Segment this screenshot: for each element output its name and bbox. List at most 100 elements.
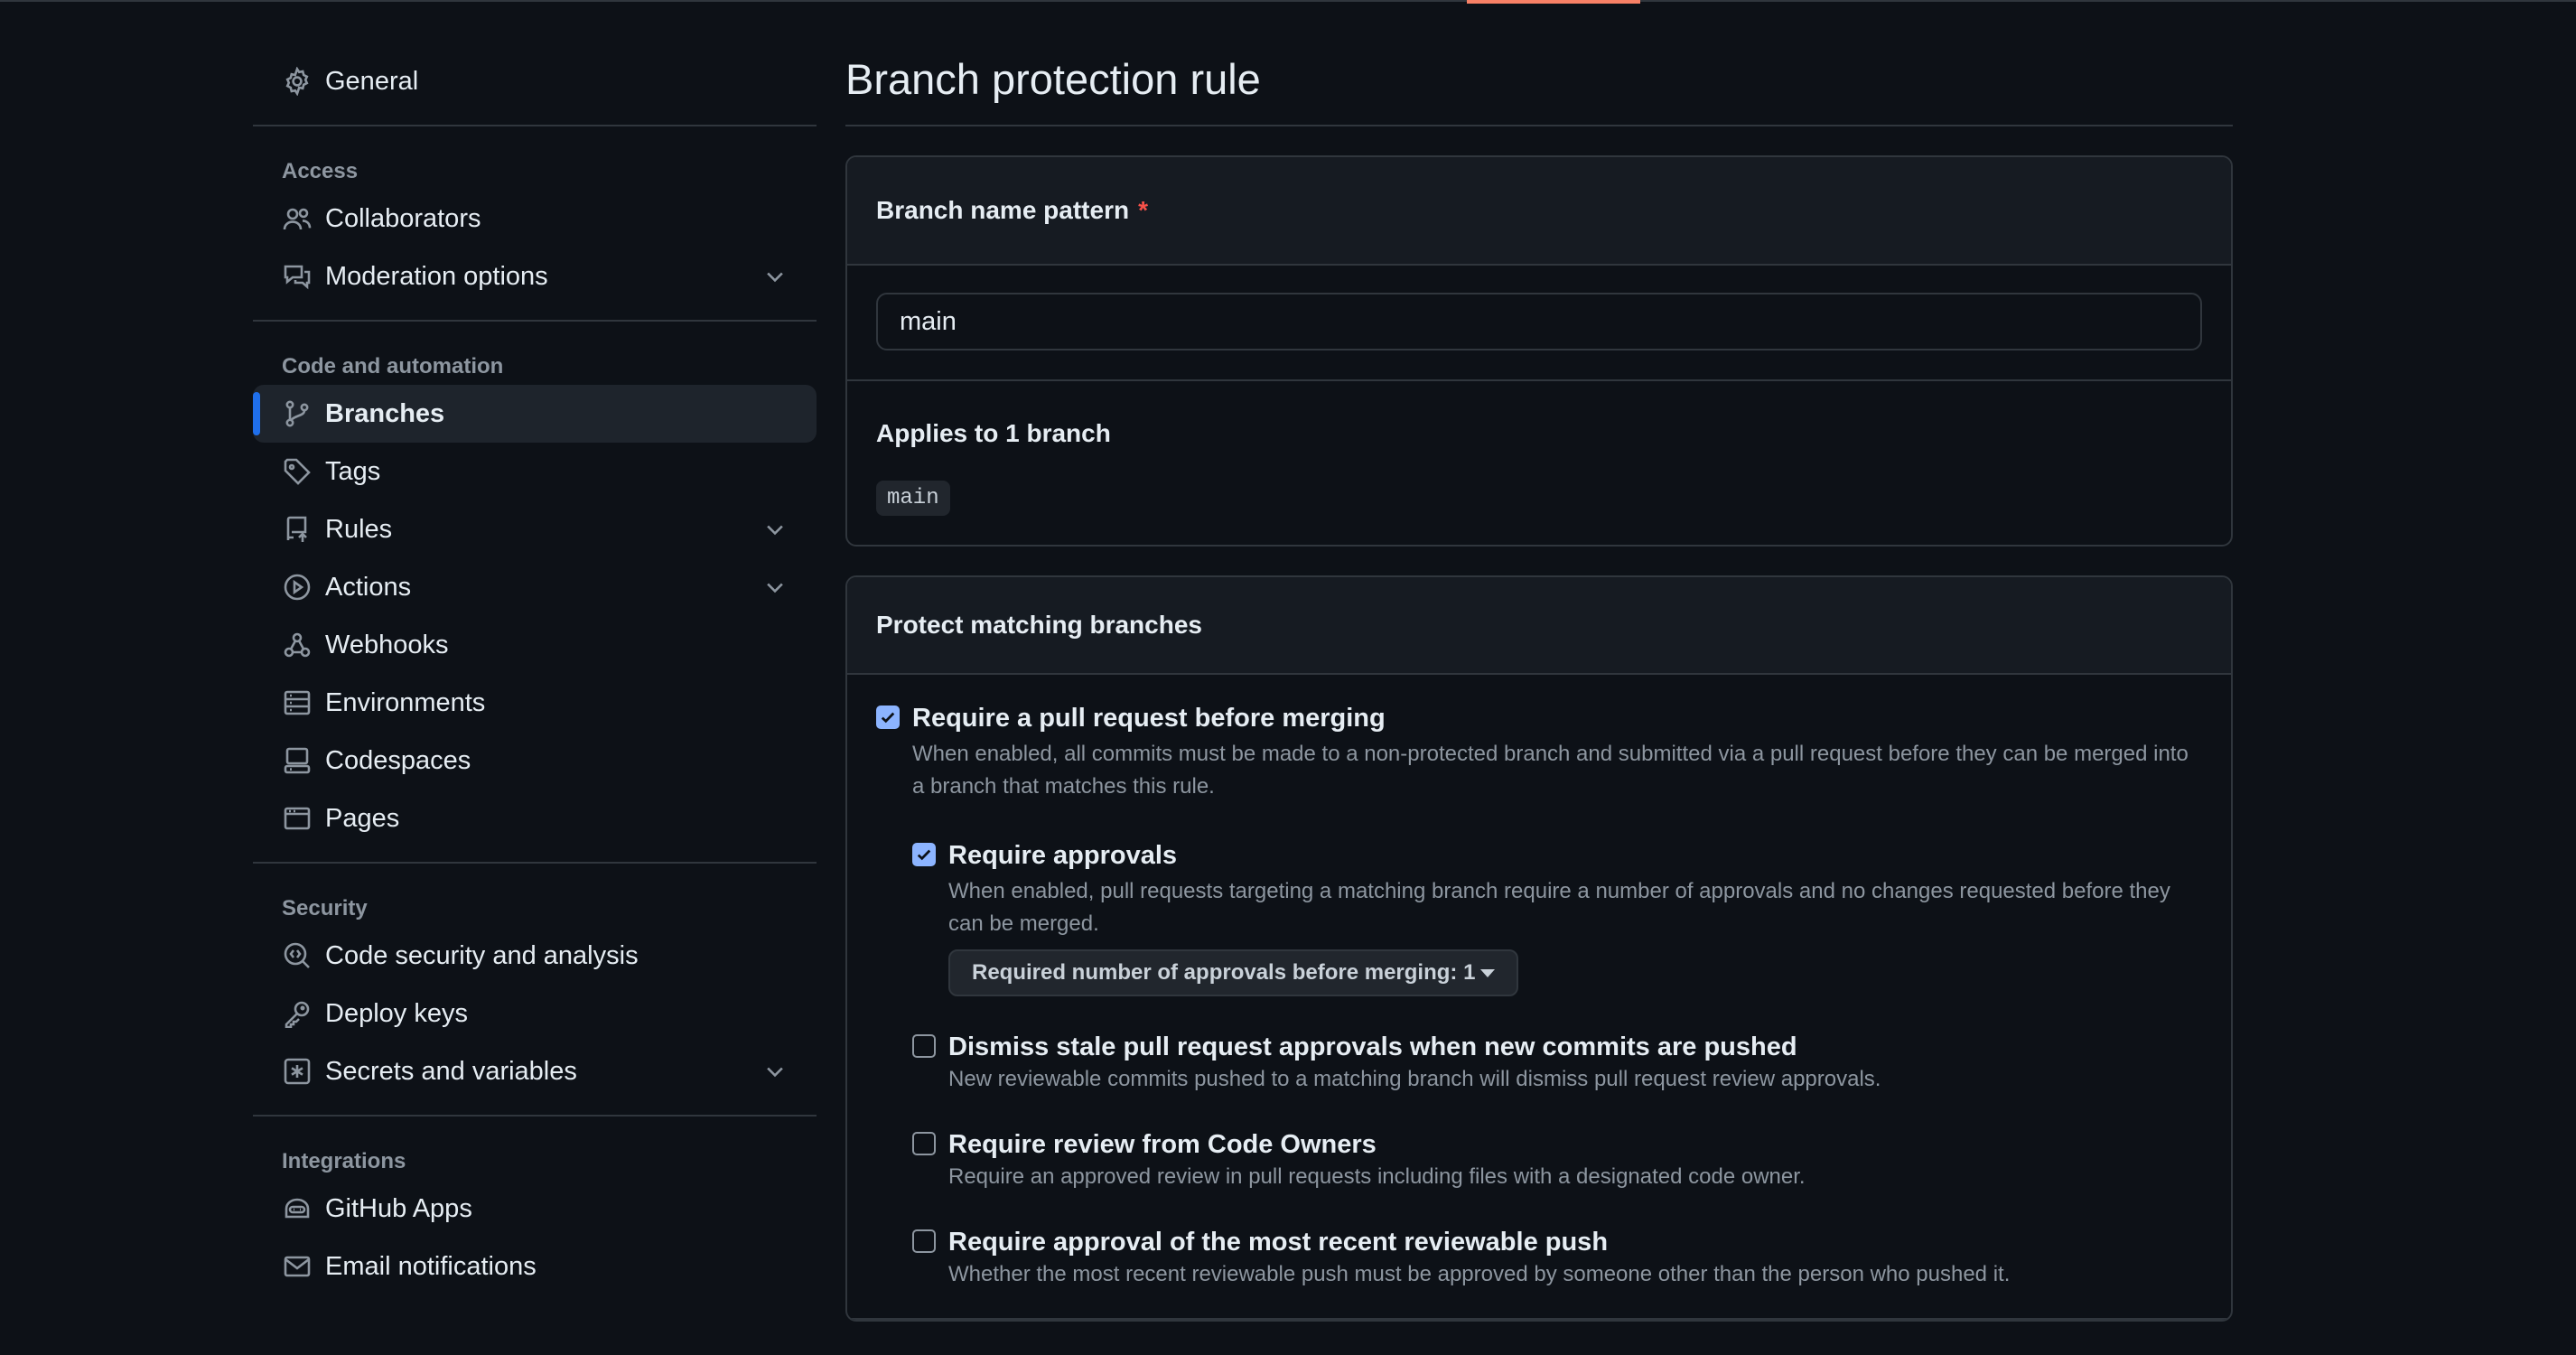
codescan-icon: [282, 940, 313, 971]
option-description: Require an approved review in pull reque…: [948, 1164, 1806, 1189]
chevron-down-icon[interactable]: [762, 575, 788, 600]
sidebar-item-email-notifications[interactable]: Email notifications: [253, 1238, 817, 1295]
sidebar-item-branches[interactable]: Branches: [253, 385, 817, 443]
approvals-count-select[interactable]: Required number of approvals before merg…: [948, 949, 1519, 996]
group-label-security: Security: [282, 896, 368, 920]
option-code-owners: Require review from Code Owners Require …: [912, 1128, 2202, 1193]
applies-section: Applies to 1 branch main: [847, 381, 2231, 545]
sidebar-item-secrets-variables[interactable]: Secrets and variables: [253, 1042, 817, 1100]
sidebar-item-pages[interactable]: Pages: [253, 790, 817, 847]
sidebar-item-label: Pages: [325, 803, 400, 833]
sidebar-item-label: Environments: [325, 687, 486, 717]
group-label-access: Access: [282, 159, 359, 183]
repo-push-icon: [282, 514, 313, 545]
checkbox[interactable]: [912, 1132, 936, 1155]
option-description: When enabled, all commits must be made t…: [912, 742, 2189, 799]
group-label-code-automation: Code and automation: [282, 354, 504, 378]
option-dismiss-stale: Dismiss stale pull request approvals whe…: [912, 1031, 2202, 1096]
sidebar-item-label: GitHub Apps: [325, 1193, 472, 1223]
sidebar-item-collaborators[interactable]: Collaborators: [253, 190, 817, 248]
gear-icon: [282, 66, 313, 97]
active-tab-underline: [1467, 0, 1640, 4]
pattern-input-row: [847, 266, 2231, 381]
option-title: Require review from Code Owners: [948, 1130, 1377, 1159]
sidebar-item-webhooks[interactable]: Webhooks: [253, 616, 817, 674]
sidebar-item-label: Deploy keys: [325, 998, 468, 1028]
option-recent-push: Require approval of the most recent revi…: [912, 1226, 2202, 1291]
mail-icon: [282, 1251, 313, 1282]
sidebar-item-label: Rules: [325, 514, 393, 544]
sidebar-item-label: Branches: [325, 398, 445, 428]
branch-pattern-box: Branch name pattern * Applies to 1 branc…: [845, 155, 2233, 547]
top-border: [0, 0, 2576, 2]
sidebar-item-label: Webhooks: [325, 630, 449, 659]
sidebar-item-label: Collaborators: [325, 203, 481, 233]
branch-pattern-input[interactable]: [876, 293, 2202, 350]
sidebar-item-label: Tags: [325, 456, 381, 486]
sidebar-item-label: Codespaces: [325, 745, 471, 775]
sidebar-item-deploy-keys[interactable]: Deploy keys: [253, 985, 817, 1042]
option-title: Dismiss stale pull request approvals whe…: [948, 1033, 1797, 1061]
divider: [253, 320, 817, 322]
sidebar-item-code-security[interactable]: Code security and analysis: [253, 927, 817, 985]
sidebar-item-label: Moderation options: [325, 261, 548, 291]
browser-icon: [282, 803, 313, 834]
check-icon: [917, 849, 931, 861]
protect-header: Protect matching branches: [847, 577, 2231, 675]
select-label: Required number of approvals before merg…: [972, 960, 1476, 985]
tag-icon: [282, 456, 313, 487]
check-icon: [881, 712, 895, 724]
sidebar-item-label: General: [325, 66, 419, 96]
option-description: When enabled, pull requests targeting a …: [948, 879, 2170, 936]
applies-count: Applies to 1 branch: [876, 419, 1111, 447]
chevron-down-icon[interactable]: [762, 1059, 788, 1084]
server-icon: [282, 687, 313, 718]
checkbox[interactable]: [912, 843, 936, 866]
page-title: Branch protection rule: [845, 55, 1261, 103]
protect-title: Protect matching branches: [876, 611, 1202, 639]
divider: [253, 862, 817, 864]
sidebar-item-label: Code security and analysis: [325, 940, 639, 970]
asterisk-icon: [282, 1056, 313, 1087]
option-title: Require a pull request before merging: [912, 704, 1386, 733]
chevron-down-icon[interactable]: [762, 264, 788, 289]
option-title: Require approvals: [948, 841, 1178, 870]
group-label-integrations: Integrations: [282, 1149, 406, 1173]
people-icon: [282, 203, 313, 234]
checkbox[interactable]: [912, 1034, 936, 1058]
play-icon: [282, 572, 313, 603]
required-marker: *: [1138, 196, 1148, 224]
sidebar-item-general[interactable]: General: [253, 52, 817, 110]
sidebar-item-rules[interactable]: Rules: [253, 500, 817, 558]
option-title: Require approval of the most recent revi…: [948, 1228, 1609, 1257]
divider: [253, 1115, 817, 1117]
sidebar-item-github-apps[interactable]: GitHub Apps: [253, 1180, 817, 1238]
sidebar-item-moderation-options[interactable]: Moderation options: [253, 248, 817, 305]
settings-sidebar: General Access Collaborators Moderation …: [253, 52, 817, 1295]
codespaces-icon: [282, 745, 313, 776]
comment-discussion-icon: [282, 261, 313, 292]
main-content: Branch protection rule Branch name patte…: [845, 47, 2233, 1322]
key-icon: [282, 998, 313, 1029]
checkbox[interactable]: [876, 706, 900, 729]
sidebar-item-label: Secrets and variables: [325, 1056, 577, 1086]
checkbox[interactable]: [912, 1229, 936, 1253]
caret-down-icon: [1480, 968, 1496, 977]
matched-branch: main: [876, 481, 950, 516]
hubot-icon: [282, 1193, 313, 1224]
sidebar-item-tags[interactable]: Tags: [253, 443, 817, 500]
divider: [253, 125, 817, 126]
chevron-down-icon[interactable]: [762, 517, 788, 542]
option-description: Whether the most recent reviewable push …: [948, 1262, 2011, 1286]
divider: [845, 125, 2233, 126]
webhook-icon: [282, 630, 313, 660]
sidebar-item-environments[interactable]: Environments: [253, 674, 817, 732]
sidebar-item-label: Actions: [325, 572, 412, 602]
protect-options: Require a pull request before merging Wh…: [847, 675, 2231, 1320]
branch-pattern-header: Branch name pattern *: [847, 157, 2231, 266]
option-description: New reviewable commits pushed to a match…: [948, 1067, 1881, 1091]
divider: [847, 1291, 2231, 1320]
sidebar-item-actions[interactable]: Actions: [253, 558, 817, 616]
branch-pattern-label: Branch name pattern: [876, 196, 1130, 224]
sidebar-item-codespaces[interactable]: Codespaces: [253, 732, 817, 790]
